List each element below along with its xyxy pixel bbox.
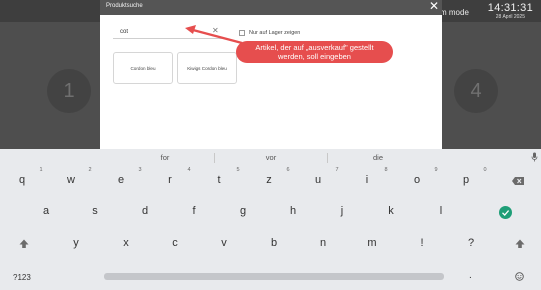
key-g[interactable]: g: [233, 205, 253, 217]
suggestion-divider: [214, 153, 215, 163]
key-n[interactable]: n: [313, 237, 333, 249]
key-l[interactable]: l: [431, 205, 451, 217]
suggestion-divider: [327, 153, 328, 163]
annotation-line-1: Artikel, der auf „ausverkauf" gestellt: [255, 43, 374, 52]
key-h[interactable]: h: [283, 205, 303, 217]
clock: 14:31:31 28 April 2025: [488, 2, 533, 20]
on-screen-keyboard: for vor die 1 2 3 4 5 6 7 8 9 0 q w e r …: [0, 149, 541, 290]
key-q[interactable]: q: [12, 174, 32, 186]
key-o[interactable]: o: [407, 174, 427, 186]
product-card-kiwigs-cordon-bleu[interactable]: Kiwigs Cordon bleu: [177, 52, 237, 84]
in-stock-checkbox[interactable]: [239, 30, 245, 36]
microphone-icon[interactable]: [531, 152, 538, 162]
key-a[interactable]: a: [36, 205, 56, 217]
number-hint-5: 5: [236, 167, 240, 173]
key-p[interactable]: p: [456, 174, 476, 186]
product-card-label: Kiwigs Cordon bleu: [187, 65, 227, 71]
key-exclamation[interactable]: !: [412, 237, 432, 249]
symbols-key[interactable]: ?123: [13, 273, 31, 282]
mode-label: m mode: [440, 8, 469, 17]
key-x[interactable]: x: [116, 237, 136, 249]
modal-title: Produktsuche: [106, 3, 143, 9]
step-circle-right: 4: [454, 69, 498, 113]
emoji-icon[interactable]: [515, 272, 524, 281]
key-d[interactable]: d: [135, 205, 155, 217]
shift-right-icon[interactable]: [515, 239, 525, 249]
clear-search-icon[interactable]: ✕: [212, 26, 219, 35]
clock-time: 14:31:31: [487, 2, 533, 14]
key-j[interactable]: j: [332, 205, 352, 217]
number-hint-1: 1: [39, 167, 43, 173]
shift-left-icon[interactable]: [19, 239, 29, 249]
suggestion-2[interactable]: vor: [231, 153, 311, 162]
key-w[interactable]: w: [61, 174, 81, 186]
close-icon[interactable]: ✕: [429, 0, 439, 14]
key-b[interactable]: b: [264, 237, 284, 249]
number-hint-8: 8: [384, 167, 388, 173]
step-circle-left: 1: [47, 69, 91, 113]
number-hint-4: 4: [187, 167, 191, 173]
number-hint-6: 6: [286, 167, 290, 173]
key-m[interactable]: m: [362, 237, 382, 249]
number-hint-3: 3: [138, 167, 142, 173]
key-s[interactable]: s: [85, 205, 105, 217]
product-card-cordon-bleu[interactable]: Cordon bleu: [113, 52, 173, 84]
product-search-modal: Produktsuche ✕ ✕ Nur auf Lager zeigen Co…: [100, 0, 442, 150]
annotation-callout: Artikel, der auf „ausverkauf" gestellt w…: [236, 41, 393, 63]
key-r[interactable]: r: [160, 174, 180, 186]
annotation-line-2: werden, soll eingeben: [278, 52, 351, 61]
key-f[interactable]: f: [184, 205, 204, 217]
key-u[interactable]: u: [308, 174, 328, 186]
in-stock-label: Nur auf Lager zeigen: [249, 30, 301, 36]
number-hint-7: 7: [335, 167, 339, 173]
key-k[interactable]: k: [381, 205, 401, 217]
suggestion-1[interactable]: for: [125, 153, 205, 162]
spacebar[interactable]: [104, 273, 444, 280]
backspace-icon[interactable]: [512, 177, 524, 185]
key-period[interactable]: .: [469, 270, 472, 281]
number-hint-2: 2: [88, 167, 92, 173]
search-input[interactable]: [113, 25, 223, 39]
key-question[interactable]: ?: [461, 237, 481, 249]
modal-header: Produktsuche ✕: [100, 0, 442, 15]
clock-date: 28 April 2025: [495, 14, 525, 20]
product-card-label: Cordon bleu: [130, 65, 156, 71]
key-c[interactable]: c: [165, 237, 185, 249]
key-t[interactable]: t: [209, 174, 229, 186]
suggestion-3[interactable]: die: [338, 153, 418, 162]
key-e[interactable]: e: [111, 174, 131, 186]
key-i[interactable]: i: [357, 174, 377, 186]
key-v[interactable]: v: [214, 237, 234, 249]
key-y[interactable]: y: [66, 237, 86, 249]
number-hint-0: 0: [483, 167, 487, 173]
number-hint-9: 9: [434, 167, 438, 173]
key-z[interactable]: z: [259, 174, 279, 186]
enter-check-icon[interactable]: [499, 206, 512, 219]
